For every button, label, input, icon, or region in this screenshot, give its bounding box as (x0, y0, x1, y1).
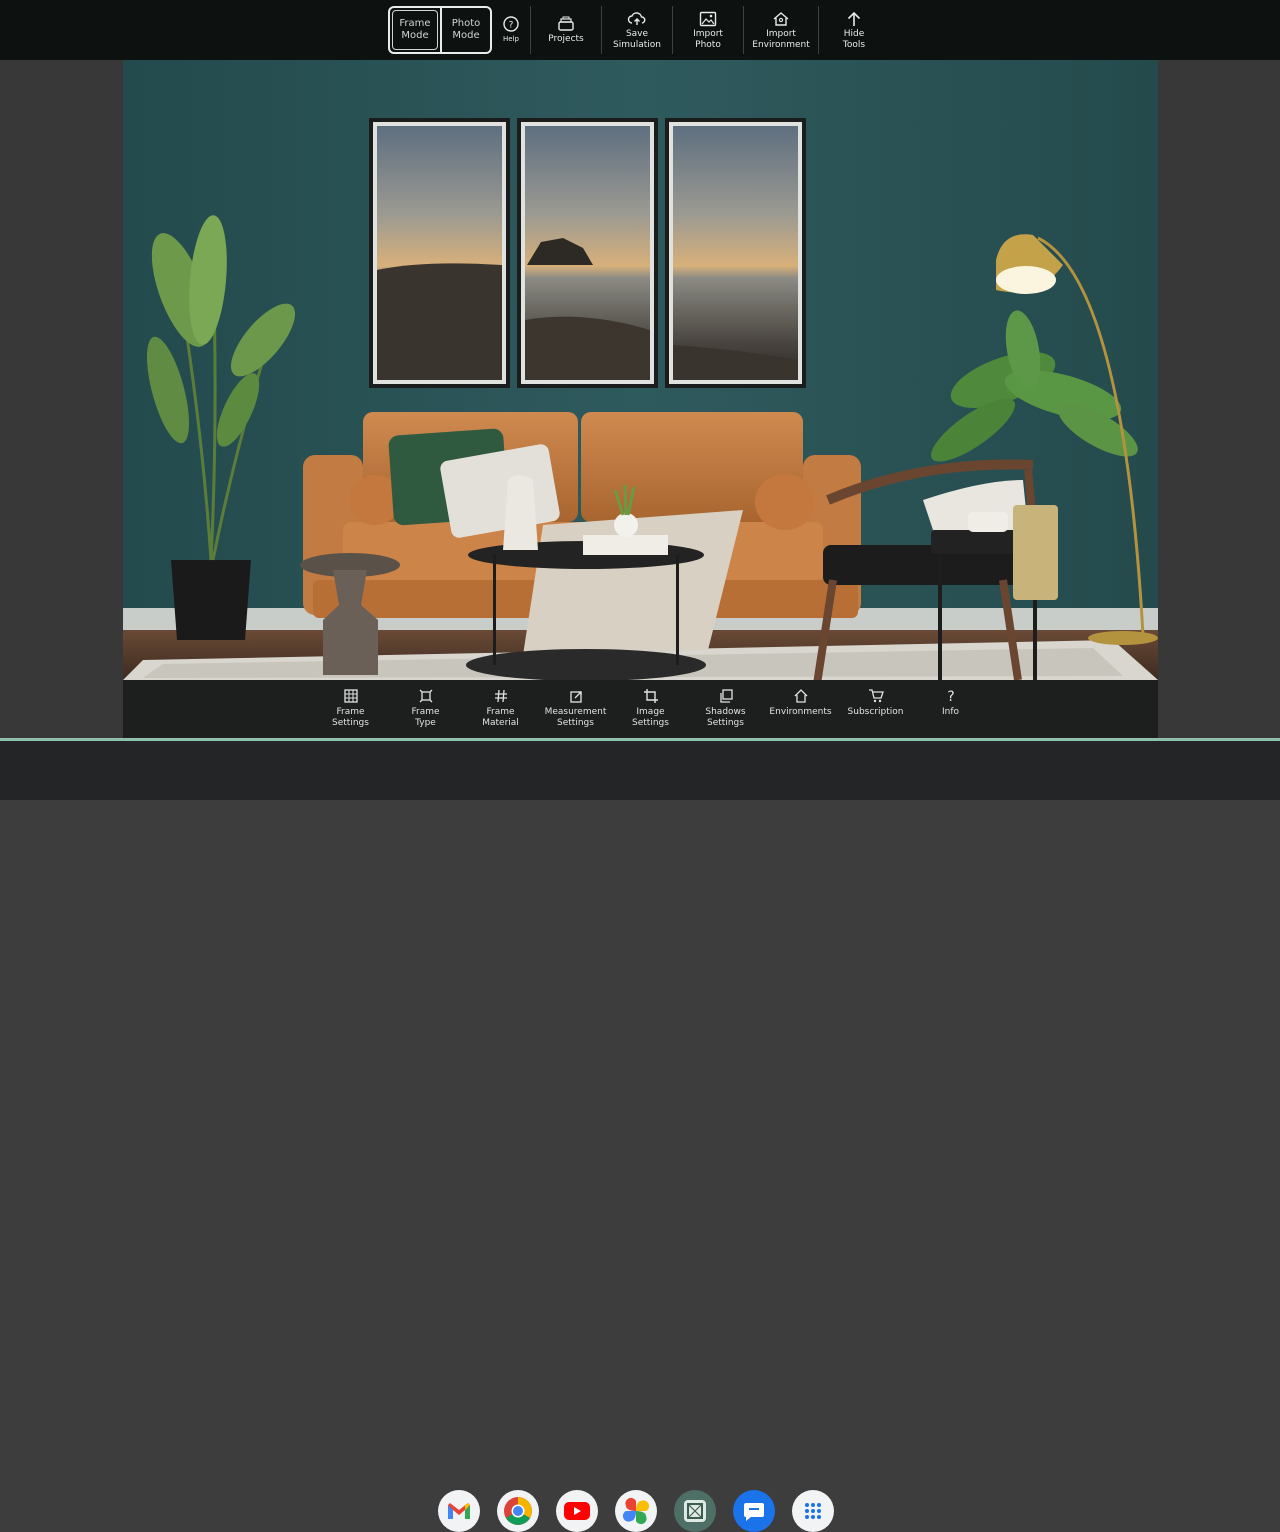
import-environment-button[interactable]: Import Environment (744, 4, 818, 56)
bottom-toolbar: Frame Settings Frame Type Frame Material… (123, 680, 1158, 738)
image-icon (699, 11, 717, 26)
top-toolbar-buttons: Frame Mode Photo Mode ? Help Projects Sa… (388, 4, 889, 56)
question-icon: ? (947, 689, 954, 704)
gmail-icon[interactable] (438, 1490, 480, 1532)
crop-icon (643, 689, 658, 703)
frame-material-button[interactable]: Frame Material (463, 680, 538, 738)
import-environment-label: Import Environment (752, 28, 810, 50)
wall-art-triptych (369, 118, 806, 388)
environments-label: Environments (769, 707, 832, 717)
home-icon (794, 689, 807, 703)
subscription-button[interactable]: Subscription (838, 680, 913, 738)
shadows-settings-label: Shadows Settings (705, 707, 746, 728)
frame-type-button[interactable]: Frame Type (388, 680, 463, 738)
frame-mode-button[interactable]: Frame Mode (392, 10, 438, 50)
measure-icon (569, 691, 582, 703)
messages-icon[interactable] (733, 1490, 775, 1532)
os-shelf (0, 741, 1280, 1532)
arrow-up-icon (847, 11, 861, 26)
measurement-settings-label: Measurement Settings (544, 707, 607, 728)
photos-icon[interactable] (615, 1490, 657, 1532)
projects-label: Projects (548, 34, 584, 44)
frame-settings-button[interactable]: Frame Settings (313, 680, 388, 738)
hide-tools-button[interactable]: Hide Tools (819, 4, 889, 56)
cart-icon (868, 689, 884, 703)
photo-mode-button[interactable]: Photo Mode (440, 8, 490, 52)
room-preview[interactable] (123, 60, 1158, 680)
right-gutter (1158, 60, 1280, 740)
cloud-upload-icon (627, 11, 646, 25)
image-settings-label: Image Settings (632, 707, 669, 728)
mode-toggle: Frame Mode Photo Mode (388, 6, 492, 54)
info-button[interactable]: ? Info (913, 680, 988, 738)
chrome-icon[interactable] (497, 1490, 539, 1532)
frame-type-label: Frame Type (411, 707, 440, 728)
shadows-settings-button[interactable]: Shadows Settings (688, 680, 763, 738)
svg-text:?: ? (947, 689, 954, 704)
image-settings-button[interactable]: Image Settings (613, 680, 688, 738)
app-dock (438, 1490, 834, 1532)
hide-tools-label: Hide Tools (842, 28, 866, 50)
measurement-settings-button[interactable]: Measurement Settings (538, 680, 613, 738)
launcher-icon[interactable] (792, 1490, 834, 1532)
frame-app-icon[interactable] (674, 1490, 716, 1532)
house-icon (773, 11, 789, 26)
frame-type-icon (419, 689, 432, 703)
import-photo-label: Import Photo (693, 28, 723, 50)
help-label: Help (503, 35, 519, 43)
info-label: Info (941, 707, 960, 717)
projects-button[interactable]: Projects (531, 4, 601, 56)
grid-icon (343, 689, 358, 703)
room-scene-image (123, 60, 1158, 680)
import-photo-button[interactable]: Import Photo (673, 4, 743, 56)
help-icon: ? (503, 16, 519, 32)
youtube-icon[interactable] (556, 1490, 598, 1532)
shadow-icon (719, 689, 733, 703)
projects-icon (558, 16, 574, 31)
save-simulation-label: Save Simulation (613, 28, 661, 50)
frame-material-label: Frame Material (482, 707, 519, 728)
top-toolbar: Frame Mode Photo Mode ? Help Projects Sa… (0, 0, 1280, 60)
left-gutter (0, 60, 123, 740)
svg-text:?: ? (509, 21, 514, 31)
environments-button[interactable]: Environments (763, 680, 838, 738)
subscription-label: Subscription (847, 707, 904, 717)
frame-settings-label: Frame Settings (332, 707, 369, 728)
help-button[interactable]: ? Help (492, 4, 530, 56)
bottom-toolbar-buttons: Frame Settings Frame Type Frame Material… (313, 680, 988, 738)
save-simulation-button[interactable]: Save Simulation (602, 4, 672, 56)
hash-icon (494, 689, 507, 703)
